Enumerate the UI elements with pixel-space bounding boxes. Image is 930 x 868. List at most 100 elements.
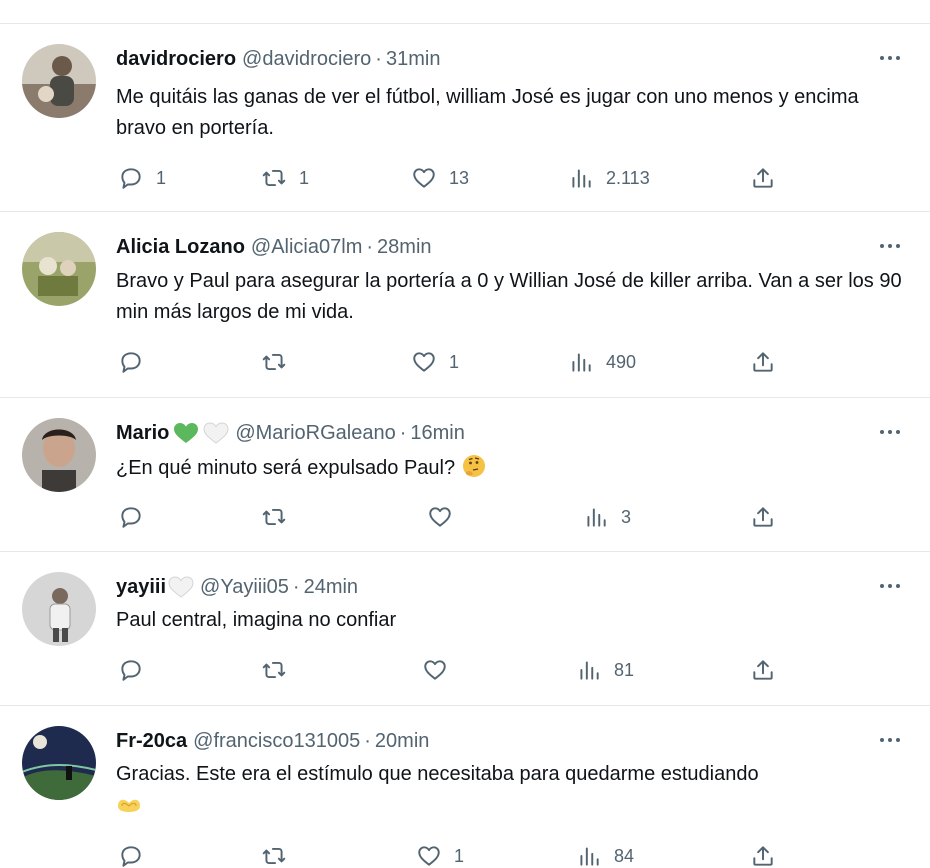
reply-button[interactable] xyxy=(118,842,156,868)
tweet[interactable]: Alicia Lozano @Alicia07lm · 28min Bravo … xyxy=(0,212,930,398)
upload-arrow-icon xyxy=(753,507,773,527)
bar-chart-icon xyxy=(580,847,599,866)
more-options-button[interactable] xyxy=(876,234,904,258)
separator-dot: · xyxy=(399,422,407,444)
white-heart-icon xyxy=(168,576,194,598)
like-count: 1 xyxy=(449,351,460,372)
views-count: 3 xyxy=(621,506,632,527)
ellipsis-icon xyxy=(880,56,900,60)
like-button[interactable]: 1 xyxy=(411,348,459,376)
reply-button[interactable] xyxy=(118,656,156,684)
retweet-count: 1 xyxy=(299,167,310,188)
ellipsis-icon xyxy=(880,244,900,248)
timestamp[interactable]: 16min xyxy=(410,420,464,446)
heart-outline-icon xyxy=(413,168,435,188)
tweet[interactable]: Mario @MarioRGaleano · 16min ¿En qué min… xyxy=(0,398,930,552)
reply-count: 1 xyxy=(156,167,167,188)
more-options-button[interactable] xyxy=(876,574,904,598)
more-options-button[interactable] xyxy=(876,728,904,752)
views-count: 81 xyxy=(614,659,635,680)
timestamp[interactable]: 24min xyxy=(304,574,358,600)
views-count: 2.113 xyxy=(606,167,650,188)
tweet[interactable]: Fr-20ca @francisco131005 · 20min Gracias… xyxy=(0,706,930,868)
display-name[interactable]: davidrociero xyxy=(116,46,236,72)
bar-chart-icon xyxy=(572,353,591,372)
share-button[interactable] xyxy=(750,842,776,868)
views-button[interactable]: 3 xyxy=(583,503,631,531)
ellipsis-icon xyxy=(880,738,900,742)
more-options-button[interactable] xyxy=(876,420,904,444)
reply-button[interactable]: 1 xyxy=(118,164,166,192)
bar-chart-icon xyxy=(587,508,606,527)
avatar[interactable] xyxy=(22,232,96,306)
like-button[interactable] xyxy=(427,503,465,531)
share-icon[interactable] xyxy=(754,0,774,6)
tweet-text: Gracias. Este era el estímulo que necesi… xyxy=(116,763,759,785)
views-count: 490 xyxy=(606,351,637,372)
heart-hands-icon xyxy=(116,792,142,818)
ellipsis-icon xyxy=(880,430,900,434)
timestamp[interactable]: 28min xyxy=(377,234,431,260)
user-handle[interactable]: @Yayiii05 xyxy=(200,574,289,600)
share-button[interactable] xyxy=(750,348,776,376)
reply-button[interactable] xyxy=(118,503,156,531)
share-button[interactable] xyxy=(750,656,776,684)
user-handle[interactable]: @francisco131005 xyxy=(193,728,360,754)
avatar[interactable] xyxy=(22,572,96,646)
avatar[interactable] xyxy=(22,726,96,800)
share-button[interactable] xyxy=(750,503,776,531)
views-button[interactable]: 2.113 xyxy=(568,164,650,192)
speech-bubble-icon xyxy=(121,660,141,681)
retweet-arrows-icon xyxy=(262,661,286,679)
white-heart-icon xyxy=(203,422,229,444)
upload-arrow-icon xyxy=(753,660,773,680)
timestamp[interactable]: 31min xyxy=(386,46,440,72)
heart-outline-icon xyxy=(429,507,451,527)
separator-dot: · xyxy=(364,730,371,752)
share-button[interactable] xyxy=(750,164,776,192)
separator-dot: · xyxy=(375,48,382,70)
tweet[interactable]: yayiii @Yayiii05 · 24min Paul central, i… xyxy=(0,552,930,706)
views-button[interactable]: 490 xyxy=(568,348,636,376)
retweet-arrows-icon xyxy=(262,169,286,187)
bar-chart-icon xyxy=(580,661,599,680)
speech-bubble-icon xyxy=(121,352,141,373)
heart-outline-icon xyxy=(418,846,440,866)
retweet-button[interactable]: 1 xyxy=(261,164,309,192)
user-handle[interactable]: @Alicia07lm xyxy=(251,234,362,260)
like-button[interactable]: 1 xyxy=(416,842,464,868)
display-name[interactable]: yayiii xyxy=(116,574,166,600)
like-count: 13 xyxy=(449,167,470,188)
retweet-button[interactable] xyxy=(261,503,299,531)
reply-button[interactable] xyxy=(118,348,156,376)
retweet-button[interactable] xyxy=(261,656,299,684)
retweet-arrows-icon xyxy=(262,847,286,865)
retweet-icon[interactable] xyxy=(268,0,288,6)
retweet-button[interactable] xyxy=(261,842,299,868)
display-name[interactable]: Alicia Lozano xyxy=(116,234,245,260)
timestamp[interactable]: 20min xyxy=(375,728,429,754)
bar-chart-icon xyxy=(572,169,591,188)
like-button[interactable]: 13 xyxy=(411,164,469,192)
views-count: 84 xyxy=(614,845,635,866)
avatar[interactable] xyxy=(22,418,96,492)
like-button[interactable] xyxy=(422,656,460,684)
reply-icon[interactable] xyxy=(120,0,140,6)
tweet-text: Me quitáis las ganas de ver el fútbol, w… xyxy=(116,86,859,139)
speech-bubble-icon xyxy=(121,168,141,189)
tweet[interactable]: davidrociero @davidrociero · 31min Me qu… xyxy=(0,24,930,212)
user-handle[interactable]: @davidrociero xyxy=(242,46,371,72)
avatar[interactable] xyxy=(22,44,96,118)
views-button[interactable]: 84 xyxy=(576,842,634,868)
views-button[interactable]: 81 xyxy=(576,656,634,684)
more-options-button[interactable] xyxy=(876,46,904,70)
like-icon[interactable] xyxy=(418,0,438,6)
retweet-button[interactable] xyxy=(261,348,299,376)
display-name[interactable]: Mario xyxy=(116,420,169,446)
tweet-text: Bravo y Paul para asegurar la portería a… xyxy=(116,270,902,323)
separator-dot: · xyxy=(292,576,300,598)
views-icon[interactable] xyxy=(572,0,592,6)
user-handle[interactable]: @MarioRGaleano xyxy=(235,420,395,446)
display-name[interactable]: Fr-20ca xyxy=(116,728,187,754)
green-heart-icon xyxy=(173,422,199,444)
